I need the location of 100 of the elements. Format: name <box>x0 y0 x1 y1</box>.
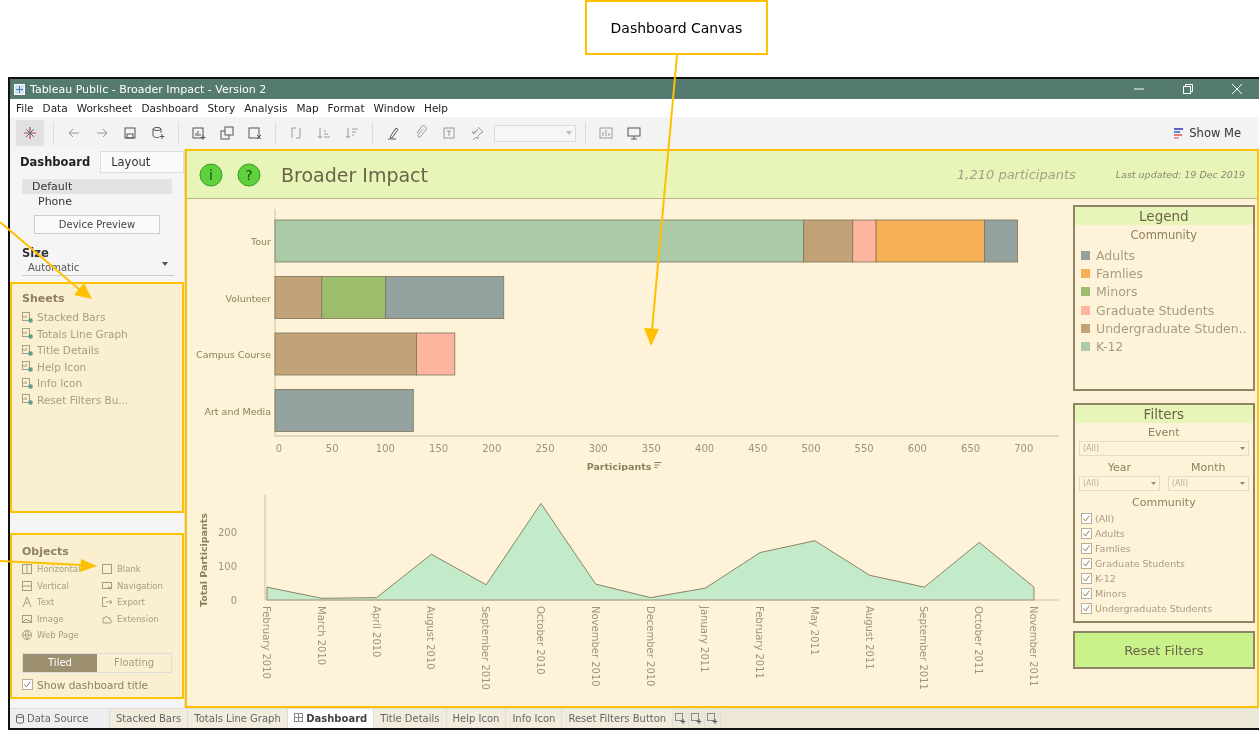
legend-label: Minors <box>1096 284 1138 300</box>
tick-label: 550 <box>854 443 874 454</box>
sheet-tab[interactable]: Info Icon <box>506 709 563 728</box>
restore-icon[interactable] <box>1183 84 1193 94</box>
new-worksheet-icon[interactable] <box>675 713 687 724</box>
sheet-icon <box>22 311 33 323</box>
checkbox[interactable] <box>22 679 33 690</box>
menu-item[interactable]: Analysis <box>244 102 288 114</box>
menu-item[interactable]: File <box>16 102 34 114</box>
sheet-tab[interactable]: Help Icon <box>446 709 507 728</box>
data-source-tab[interactable]: Data Source <box>10 709 110 728</box>
category-label: August 2011 <box>863 606 875 670</box>
sheet-icon <box>22 377 33 389</box>
show-me-button[interactable]: Show Me <box>1162 124 1253 142</box>
rows-icon <box>22 580 32 591</box>
category-label: September 2010 <box>480 606 492 690</box>
add-datasource-icon[interactable] <box>150 125 166 141</box>
checkbox[interactable] <box>1081 573 1092 584</box>
dashboard-title: Broader Impact <box>281 163 428 186</box>
legend-label: Famlies <box>1096 265 1144 281</box>
database-icon <box>16 713 24 724</box>
tick-label: 450 <box>748 443 768 454</box>
duplicate-icon[interactable] <box>219 125 235 141</box>
annotation-callout: Dashboard Canvas <box>585 0 768 55</box>
sheet-icon <box>22 344 33 356</box>
swap-icon[interactable] <box>288 125 304 141</box>
dropdown-field[interactable] <box>494 124 576 142</box>
navigation-icon <box>102 580 112 591</box>
sheet-tab[interactable]: Dashboard <box>287 709 375 728</box>
tick-label: 350 <box>641 443 661 454</box>
sheet-tab[interactable]: Reset Filters Button <box>562 709 674 728</box>
tick-label: 0 <box>275 443 283 454</box>
menu-item[interactable]: Window <box>373 102 415 114</box>
presentation-icon[interactable] <box>626 125 642 141</box>
checkbox-label: Show dashboard title <box>37 678 149 691</box>
category-label: September 2011 <box>918 606 930 690</box>
checkbox[interactable] <box>1081 558 1092 569</box>
filter-label: Community <box>1131 496 1197 509</box>
menu-item[interactable]: Format <box>327 102 365 114</box>
device-item[interactable]: Default <box>22 179 172 194</box>
legend-subtitle: Community <box>1129 228 1199 242</box>
checkbox[interactable] <box>1081 528 1092 539</box>
tick-label: 100 <box>217 561 237 573</box>
new-sheet-icon[interactable] <box>191 125 207 141</box>
sheet-tab[interactable]: Title Details <box>374 709 447 728</box>
category-label: January 2011 <box>699 606 711 673</box>
layout-toggle[interactable]: Tiled <box>23 653 97 672</box>
menu-item[interactable]: Story <box>207 102 236 114</box>
tick-label: 200 <box>482 443 502 454</box>
checkbox[interactable] <box>1081 513 1092 524</box>
logo-icon[interactable] <box>22 125 38 141</box>
checkbox[interactable] <box>1081 603 1092 614</box>
tick-label: 50 <box>325 443 339 454</box>
tick-label: 500 <box>801 443 821 454</box>
save-icon[interactable] <box>122 125 138 141</box>
sheet-tab[interactable]: Stacked Bars <box>110 709 189 728</box>
sheet-tab[interactable]: Totals Line Graph <box>188 709 288 728</box>
dashboard-icon <box>293 713 303 722</box>
sort-descending-icon[interactable] <box>344 125 360 141</box>
new-dashboard-icon[interactable] <box>691 713 703 724</box>
menu-item[interactable]: Help <box>424 102 448 114</box>
letter-icon <box>22 597 32 608</box>
menu-item[interactable]: Data <box>42 102 68 114</box>
columns-icon <box>22 564 32 575</box>
checkbox-label: K-12 <box>1095 573 1116 584</box>
sort-ascending-icon[interactable] <box>316 125 332 141</box>
panel-title: Legend <box>1075 207 1253 225</box>
category-label: Volunteer <box>225 292 271 304</box>
checkbox[interactable] <box>1081 543 1092 554</box>
highlighter-icon[interactable] <box>385 125 401 141</box>
device-preview-button[interactable]: Device Preview <box>33 215 161 234</box>
clear-sheet-icon[interactable] <box>247 125 263 141</box>
chart-bars-icon <box>1174 127 1186 139</box>
category-label: March 2010 <box>315 606 327 666</box>
new-story-icon[interactable] <box>707 713 719 724</box>
checkbox-label: Famlies <box>1095 543 1131 554</box>
menu-item[interactable]: Dashboard <box>141 102 199 114</box>
device-item[interactable]: Phone <box>22 194 172 209</box>
menu-item[interactable]: Worksheet <box>76 102 133 114</box>
tick-label: 100 <box>375 443 395 454</box>
reset-filters-button[interactable]: Reset Filters <box>1073 631 1255 669</box>
app-icon <box>14 83 25 95</box>
info-button[interactable]: i <box>199 162 223 187</box>
close-icon[interactable] <box>1232 84 1242 94</box>
checkbox[interactable] <box>1081 588 1092 599</box>
tick-label: 0 <box>230 595 237 606</box>
tick-label: 150 <box>429 443 449 454</box>
category-label: Tour <box>251 236 271 247</box>
category-label: August 2010 <box>425 606 437 670</box>
panel-tab[interactable]: Layout <box>100 151 184 173</box>
text-icon[interactable] <box>441 125 457 141</box>
menu-item[interactable]: Map <box>296 102 319 114</box>
help-button[interactable]: ? <box>237 162 261 187</box>
category-label: Campus Course <box>196 349 271 360</box>
panel-title: Filters <box>1075 405 1253 423</box>
category-label: November 2011 <box>1028 606 1039 687</box>
tick-label: 200 <box>217 527 237 539</box>
filter-label: Month <box>1190 461 1227 474</box>
chart-type-icon[interactable] <box>598 125 614 141</box>
globe-icon <box>22 630 32 641</box>
